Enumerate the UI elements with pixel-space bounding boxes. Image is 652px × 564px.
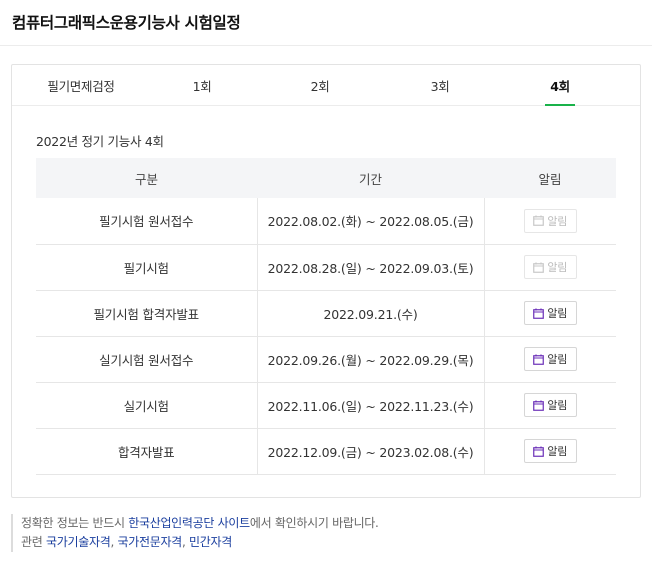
header-period: 기간 <box>257 158 484 198</box>
alarm-button-label: 알림 <box>547 399 568 412</box>
row-period: 2022.12.09.(금) ~ 2023.02.08.(수) <box>257 428 485 475</box>
calendar-icon <box>533 215 545 227</box>
private-cert-link[interactable]: 민간자격 <box>189 535 232 549</box>
tab-round-1[interactable]: 1회 <box>162 65 242 106</box>
alarm-button-label: 알림 <box>547 214 568 228</box>
calendar-icon <box>533 354 545 365</box>
calendar-icon <box>533 400 545 411</box>
alarm-button-label: 알림 <box>547 353 568 366</box>
alarm-button: 알림 <box>523 255 577 279</box>
tab-written-exempt[interactable]: 필기면제검정 <box>26 65 136 106</box>
row-alarm-cell: 알림 <box>484 244 616 291</box>
table-row: 필기시험 합격자발표 2022.09.21.(수) 알림 <box>36 290 616 337</box>
national-tech-cert-link[interactable]: 국가기술자격 <box>46 535 111 549</box>
table-row: 실기시험 원서접수 2022.09.26.(월) ~ 2022.09.29.(목)… <box>36 336 616 383</box>
hrdkorea-link[interactable]: 한국산업인력공단 사이트 <box>128 516 250 530</box>
row-category: 필기시험 합격자발표 <box>36 290 258 337</box>
alarm-button[interactable]: 알림 <box>523 439 577 463</box>
schedule-table: 구분 기간 알림 필기시험 원서접수 2022.08.02.(화) ~ 2022.… <box>36 158 616 475</box>
national-prof-cert-link[interactable]: 국가전문자격 <box>117 535 182 549</box>
row-period: 2022.09.21.(수) <box>257 290 485 337</box>
alarm-button[interactable]: 알림 <box>523 393 577 417</box>
round-tabs: 필기면제검정 1회 2회 3회 4회 <box>12 65 640 106</box>
exam-subtitle: 2022년 정기 기능사 4회 <box>36 134 164 149</box>
alarm-button[interactable]: 알림 <box>523 301 577 325</box>
row-period: 2022.11.06.(일) ~ 2022.11.23.(수) <box>257 382 485 429</box>
row-alarm-cell: 알림 <box>484 198 616 245</box>
tab-round-2[interactable]: 2회 <box>280 65 360 106</box>
row-alarm-cell: 알림 <box>484 428 616 475</box>
note-line-1: 정확한 정보는 반드시 한국산업인력공단 사이트에서 확인하시기 바랍니다. <box>21 514 379 533</box>
note-line-2: 관련 국가기술자격, 국가전문자격, 민간자격 <box>21 533 379 552</box>
table-row: 필기시험 2022.08.28.(일) ~ 2022.09.03.(토) 알림 <box>36 244 616 291</box>
row-alarm-cell: 알림 <box>484 336 616 383</box>
alarm-button-label: 알림 <box>547 307 568 320</box>
alarm-button-label: 알림 <box>547 445 568 458</box>
header-alarm: 알림 <box>484 158 616 198</box>
note-separator: , <box>181 535 189 549</box>
row-category: 필기시험 <box>36 244 258 291</box>
row-category: 필기시험 원서접수 <box>36 198 258 245</box>
schedule-card: 필기면제검정 1회 2회 3회 4회 2022년 정기 기능사 4회 구분 기간… <box>11 64 641 498</box>
tab-round-3[interactable]: 3회 <box>400 65 480 106</box>
note-text: 정확한 정보는 반드시 <box>21 516 129 530</box>
active-tab-indicator <box>545 104 575 106</box>
note-text: 관련 <box>21 535 46 549</box>
row-category: 실기시험 원서접수 <box>36 336 258 383</box>
calendar-icon <box>533 262 545 273</box>
table-row: 실기시험 2022.11.06.(일) ~ 2022.11.23.(수) 알림 <box>36 382 616 429</box>
row-period: 2022.09.26.(월) ~ 2022.09.29.(목) <box>257 336 485 383</box>
table-header-row: 구분 기간 알림 <box>36 158 616 198</box>
row-category: 합격자발표 <box>36 428 258 475</box>
info-note: 정확한 정보는 반드시 한국산업인력공단 사이트에서 확인하시기 바랍니다. 관… <box>11 514 379 552</box>
note-text: 에서 확인하시기 바랍니다. <box>249 516 379 530</box>
header-category: 구분 <box>36 158 257 198</box>
page-title: 컴퓨터그래픽스운용기능사 시험일정 <box>12 14 241 32</box>
tab-round-4[interactable]: 4회 <box>545 65 575 106</box>
calendar-icon <box>533 446 545 457</box>
calendar-icon <box>533 308 545 319</box>
row-period: 2022.08.02.(화) ~ 2022.08.05.(금) <box>257 198 485 245</box>
row-alarm-cell: 알림 <box>484 382 616 429</box>
alarm-button-label: 알림 <box>547 261 568 274</box>
table-row: 합격자발표 2022.12.09.(금) ~ 2023.02.08.(수) 알림 <box>36 428 616 475</box>
alarm-button[interactable]: 알림 <box>523 347 577 371</box>
row-period: 2022.08.28.(일) ~ 2022.09.03.(토) <box>257 244 485 291</box>
row-alarm-cell: 알림 <box>484 290 616 337</box>
title-divider <box>0 45 652 46</box>
table-row: 필기시험 원서접수 2022.08.02.(화) ~ 2022.08.05.(금)… <box>36 198 616 245</box>
alarm-button: 알림 <box>523 208 577 233</box>
row-category: 실기시험 <box>36 382 258 429</box>
